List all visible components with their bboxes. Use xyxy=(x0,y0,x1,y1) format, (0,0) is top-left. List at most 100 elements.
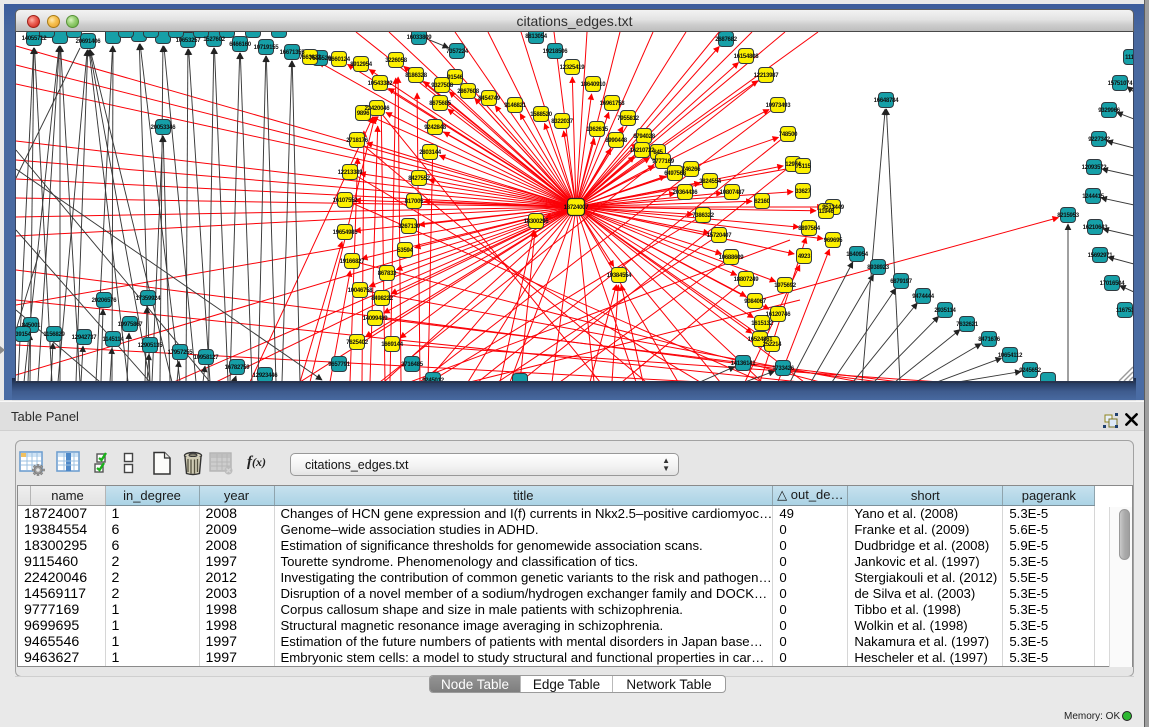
svg-text:19384554: 19384554 xyxy=(607,273,633,279)
svg-text:20053346: 20053346 xyxy=(151,125,177,131)
svg-text:9329966: 9329966 xyxy=(1098,108,1121,114)
svg-text:845001: 845001 xyxy=(22,323,41,329)
svg-text:7357224: 7357224 xyxy=(446,49,469,55)
svg-text:867833: 867833 xyxy=(378,271,397,277)
svg-text:748500: 748500 xyxy=(779,132,798,138)
svg-text:1669144: 1669144 xyxy=(381,342,404,348)
svg-text:1527602: 1527602 xyxy=(203,37,226,43)
svg-text:10807487: 10807487 xyxy=(720,190,746,196)
svg-text:8186328: 8186328 xyxy=(405,73,428,79)
svg-text:16961758: 16961758 xyxy=(600,101,626,107)
svg-text:10653257: 10653257 xyxy=(176,38,202,44)
svg-text:20691406: 20691406 xyxy=(76,39,102,45)
svg-text:2718176: 2718176 xyxy=(346,138,369,144)
svg-text:16782759: 16782759 xyxy=(225,365,251,371)
svg-text:8660124: 8660124 xyxy=(328,57,351,63)
svg-text:12213987: 12213987 xyxy=(754,73,780,79)
svg-text:12213389: 12213389 xyxy=(338,170,364,176)
svg-text:12325419: 12325419 xyxy=(560,65,586,71)
svg-text:3267130: 3267130 xyxy=(398,224,421,230)
svg-text:9474444: 9474444 xyxy=(912,294,935,300)
svg-text:8813054: 8813054 xyxy=(525,34,548,40)
svg-text:18640910: 18640910 xyxy=(581,82,607,88)
svg-text:3716485: 3716485 xyxy=(401,362,424,368)
svg-text:10688609: 10688609 xyxy=(719,255,745,261)
svg-text:6879197: 6879197 xyxy=(890,279,913,285)
svg-text:15720407: 15720407 xyxy=(707,233,733,239)
svg-text:11946: 11946 xyxy=(818,209,834,215)
svg-text:2687682: 2687682 xyxy=(715,37,738,43)
svg-text:17016504: 17016504 xyxy=(1100,281,1126,287)
svg-text:16210643: 16210643 xyxy=(1083,225,1109,231)
svg-text:14055712: 14055712 xyxy=(22,36,48,42)
svg-text:19218506: 19218506 xyxy=(543,49,569,55)
svg-text:14099489: 14099489 xyxy=(363,316,389,322)
svg-text:16210722: 16210722 xyxy=(630,148,656,154)
svg-text:8322037: 8322037 xyxy=(551,119,574,125)
svg-text:62160: 62160 xyxy=(754,199,770,205)
svg-text:15692971: 15692971 xyxy=(1088,253,1114,259)
svg-text:20206576: 20206576 xyxy=(92,298,118,304)
svg-text:8912954: 8912954 xyxy=(350,62,373,68)
svg-text:10975867: 10975867 xyxy=(118,322,144,328)
svg-text:9896: 9896 xyxy=(357,111,370,117)
svg-text:1640954: 1640954 xyxy=(846,252,869,258)
svg-text:33627: 33627 xyxy=(795,189,811,195)
svg-text:75115: 75115 xyxy=(795,164,811,170)
svg-text:8938923: 8938923 xyxy=(867,265,890,271)
svg-text:10543382: 10543382 xyxy=(368,81,394,87)
svg-text:12905135: 12905135 xyxy=(138,343,164,349)
svg-text:8675685: 8675685 xyxy=(429,101,452,107)
svg-text:16154808: 16154808 xyxy=(734,54,760,60)
svg-text:9657791: 9657791 xyxy=(328,362,351,368)
svg-text:8427552: 8427552 xyxy=(408,176,431,182)
svg-text:10654112: 10654112 xyxy=(998,353,1023,359)
svg-text:7386322: 7386322 xyxy=(692,213,715,219)
svg-text:1615132: 1615132 xyxy=(751,321,774,327)
svg-text:14136141: 14136141 xyxy=(731,361,757,367)
svg-text:9245652: 9245652 xyxy=(1019,368,1042,374)
svg-text:16033809: 16033809 xyxy=(407,35,433,41)
svg-text:53594: 53594 xyxy=(397,248,413,254)
svg-text:12093572: 12093572 xyxy=(1082,165,1108,171)
svg-text:6794028: 6794028 xyxy=(633,134,656,140)
svg-text:969695: 969695 xyxy=(824,238,843,244)
svg-text:91546: 91546 xyxy=(447,75,463,81)
svg-text:252214: 252214 xyxy=(763,342,782,348)
svg-text:8498222: 8498222 xyxy=(371,296,394,302)
svg-text:7625402: 7625402 xyxy=(346,340,369,346)
svg-text:8454749: 8454749 xyxy=(478,96,501,102)
svg-text:17359924: 17359924 xyxy=(136,296,162,302)
svg-text:9327508: 9327508 xyxy=(431,83,454,89)
svg-text:16120746: 16120746 xyxy=(766,312,792,318)
svg-text:18300295: 18300295 xyxy=(524,219,550,225)
svg-text:1588520: 1588520 xyxy=(530,112,553,118)
svg-text:9242848: 9242848 xyxy=(424,125,447,131)
svg-text:1112: 1112 xyxy=(1125,55,1134,61)
svg-text:9245012: 9245012 xyxy=(422,378,445,382)
svg-text:1145114: 1145114 xyxy=(103,337,125,343)
svg-text:8990448: 8990448 xyxy=(605,138,628,144)
svg-text:3226058: 3226058 xyxy=(385,58,408,64)
svg-text:1975692: 1975692 xyxy=(774,283,797,289)
svg-text:6466160: 6466160 xyxy=(229,42,252,48)
svg-text:3824554: 3824554 xyxy=(699,179,722,185)
svg-text:8471676: 8471676 xyxy=(978,337,1001,343)
svg-text:8215953: 8215953 xyxy=(1057,213,1080,219)
svg-text:16107552: 16107552 xyxy=(333,198,359,204)
svg-text:1156829: 1156829 xyxy=(43,332,65,338)
svg-text:10719155: 10719155 xyxy=(254,45,280,51)
svg-text:17957255: 17957255 xyxy=(168,350,194,356)
svg-text:1362615: 1362615 xyxy=(586,127,609,133)
svg-text:10958127: 10958127 xyxy=(194,355,220,361)
svg-text:845: 845 xyxy=(653,150,663,156)
svg-text:39154: 39154 xyxy=(16,332,32,338)
svg-text:20364436: 20364436 xyxy=(673,190,699,196)
svg-text:12942737: 12942737 xyxy=(72,335,98,341)
svg-text:10973493: 10973493 xyxy=(766,103,792,109)
svg-text:746266: 746266 xyxy=(682,167,701,173)
svg-text:15751074: 15751074 xyxy=(1108,81,1134,87)
svg-text:2867608: 2867608 xyxy=(457,89,480,95)
svg-text:9146821: 9146821 xyxy=(504,103,527,109)
svg-text:9227342: 9227342 xyxy=(1088,137,1111,143)
